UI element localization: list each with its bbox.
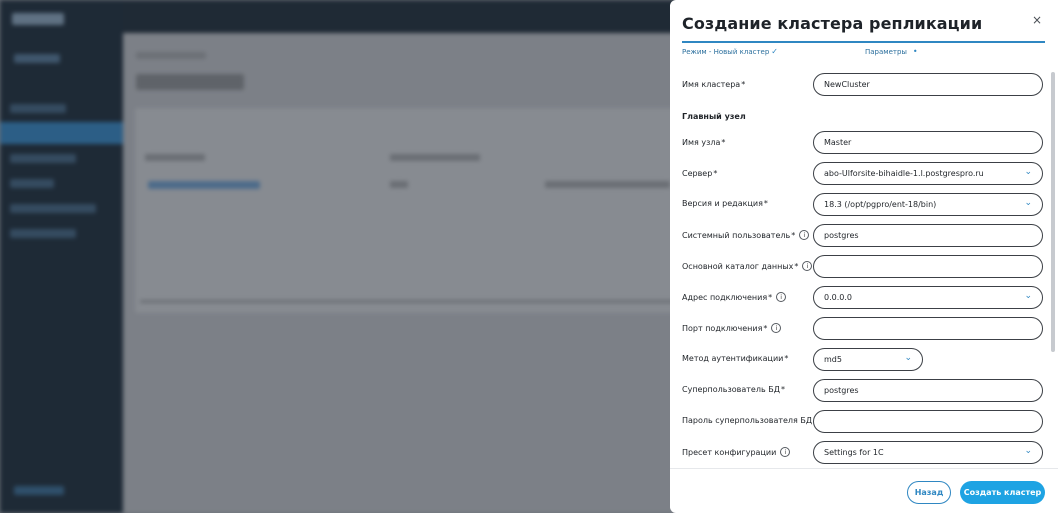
background-sidebar-item: [10, 154, 76, 163]
db-superuser-label: Суперпользователь БД *: [682, 385, 785, 394]
step-mode-label: Режим - Новый кластер: [682, 48, 770, 56]
step-parameters-label: Параметры: [865, 48, 907, 56]
chevron-down-icon: ⌄: [1024, 198, 1032, 208]
conn-port-input[interactable]: [813, 317, 1043, 340]
conn-address-label: Адрес подключения * i: [682, 292, 787, 302]
config-preset-select[interactable]: Settings for 1C ⌄: [813, 441, 1043, 464]
background-sidebar-item: [10, 179, 54, 188]
background-sidebar: [0, 0, 123, 513]
modal-title: Создание кластера репликации: [682, 14, 983, 33]
cluster-name-label: Имя кластера *: [682, 80, 746, 89]
auth-method-select[interactable]: md5 ⌄: [813, 348, 923, 371]
background-sidebar-header: [14, 54, 60, 63]
step-parameters[interactable]: Параметры •: [865, 47, 918, 56]
system-user-input[interactable]: postgres: [813, 224, 1043, 247]
create-cluster-modal: Создание кластера репликации × Режим - Н…: [670, 0, 1058, 513]
stepper-line: [682, 41, 1045, 43]
back-button[interactable]: Назад: [907, 481, 951, 504]
version-select[interactable]: 18.3 (/opt/pgpro/ent-18/bin) ⌄: [813, 193, 1043, 216]
config-preset-value: Settings for 1C: [824, 448, 884, 457]
step-mode[interactable]: Режим - Новый кластер ✓: [682, 47, 778, 56]
server-value: abo-Ulforsite-bihaidle-1.l.postgrespro.r…: [824, 169, 984, 178]
background-table-link: [148, 181, 260, 189]
conn-port-label: Порт подключения * i: [682, 323, 782, 333]
info-icon[interactable]: i: [771, 323, 782, 333]
server-select[interactable]: abo-Ulforsite-bihaidle-1.l.postgrespro.r…: [813, 162, 1043, 185]
create-cluster-button[interactable]: Создать кластер: [960, 481, 1045, 504]
auth-method-value: md5: [824, 355, 842, 364]
info-icon[interactable]: i: [780, 447, 791, 457]
background-table-header: [390, 154, 480, 161]
background-sidebar-item-active: [0, 122, 123, 144]
version-label: Версия и редакция *: [682, 199, 768, 208]
form-scrollbar[interactable]: [1051, 72, 1055, 352]
background-sidebar-item: [10, 204, 96, 213]
chevron-down-icon: ⌄: [1024, 446, 1032, 456]
background-sidebar-item: [10, 229, 76, 238]
node-name-label: Имя узла *: [682, 138, 726, 147]
data-dir-label: Основной каталог данных * i: [682, 261, 813, 271]
background-table-cell: [390, 181, 408, 188]
check-icon: ✓: [771, 47, 778, 56]
conn-address-select[interactable]: 0.0.0.0 ⌄: [813, 286, 1043, 309]
node-name-input[interactable]: Master: [813, 131, 1043, 154]
data-dir-input[interactable]: [813, 255, 1043, 278]
background-logo: [12, 13, 64, 25]
version-value: 18.3 (/opt/pgpro/ent-18/bin): [824, 200, 937, 209]
background-card: [135, 108, 680, 313]
conn-address-value: 0.0.0.0: [824, 293, 852, 302]
background-breadcrumb: [136, 52, 206, 59]
info-icon[interactable]: i: [802, 261, 813, 271]
chevron-down-icon: ⌄: [904, 353, 912, 363]
background-table-header: [145, 154, 205, 161]
db-superuser-password-label: Пароль суперпользователя БД*: [682, 416, 817, 425]
system-user-label: Системный пользователь * i: [682, 230, 810, 240]
chevron-down-icon: ⌄: [1024, 291, 1032, 301]
wizard-stepper: Режим - Новый кластер ✓ Параметры •: [682, 41, 1045, 61]
main-node-section-title: Главный узел: [682, 112, 746, 121]
close-icon[interactable]: ×: [1030, 13, 1044, 27]
current-step-dot-icon: •: [912, 47, 918, 56]
config-preset-label: Пресет конфигурации i: [682, 447, 791, 457]
background-sidebar-item: [10, 104, 66, 113]
background-sidebar-footer: [14, 486, 64, 495]
background-table-cell: [545, 181, 670, 188]
chevron-down-icon: ⌄: [1024, 167, 1032, 177]
server-label: Сервер *: [682, 169, 718, 178]
background-divider: [140, 300, 680, 303]
background-page-title: [136, 74, 244, 90]
db-superuser-password-input[interactable]: [813, 410, 1043, 433]
db-superuser-input[interactable]: postgres: [813, 379, 1043, 402]
modal-footer: Назад Создать кластер: [670, 468, 1058, 513]
auth-method-label: Метод аутентификации *: [682, 354, 789, 363]
info-icon[interactable]: i: [776, 292, 787, 302]
info-icon[interactable]: i: [799, 230, 810, 240]
cluster-name-input[interactable]: NewCluster: [813, 73, 1043, 96]
